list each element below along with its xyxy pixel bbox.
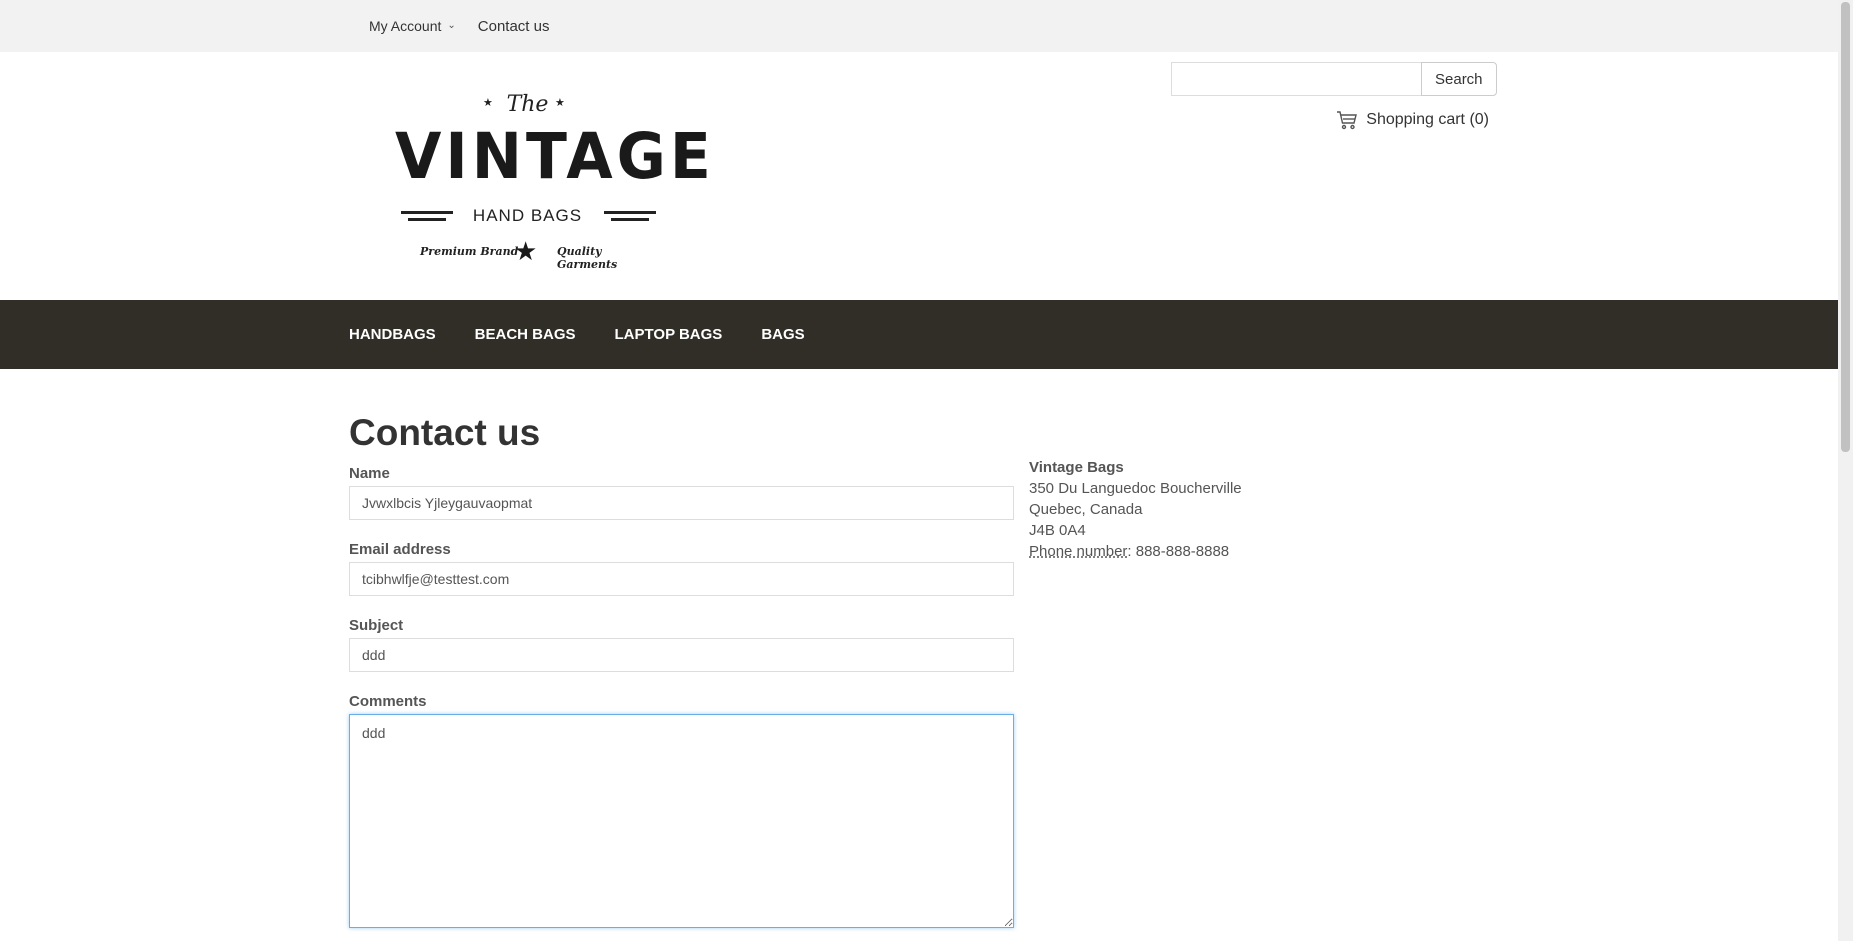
subject-input[interactable] [349,638,1014,672]
phone-label: Phone number [1029,543,1128,560]
comments-textarea[interactable]: ddd [349,714,1014,928]
contact-us-link[interactable]: Contact us [478,18,550,35]
logo-the: The [506,92,549,117]
nav-item-bags[interactable]: BAGS [761,326,804,343]
subject-field-group: Subject [349,617,1014,672]
nav-item-beach-bags[interactable]: BEACH BAGS [475,326,576,343]
star-icon: ★ [514,236,538,266]
chevron-down-icon: ⌄ [447,19,456,31]
my-account-dropdown[interactable]: My Account ⌄ [369,18,456,34]
phone-line: Phone number: 888-888-8888 [1029,541,1242,562]
address-line-2: Quebec, Canada [1029,501,1143,518]
logo-tag-right: Quality Garments [557,245,618,271]
store-address: Vintage Bags 350 Du Languedoc Bouchervil… [1029,457,1242,562]
top-bar-links: My Account ⌄ Contact us [369,0,549,52]
nav-item-laptop-bags[interactable]: LAPTOP BAGS [615,326,723,343]
subject-label: Subject [349,617,404,634]
search-input[interactable] [1171,62,1421,96]
address-line-1: 350 Du Languedoc Boucherville [1029,480,1242,497]
contact-form: Name Email address Subject Comments ddd [349,465,1014,941]
store-name: Vintage Bags [1029,459,1124,476]
logo-vintage: VINTAGE [395,120,715,194]
search-button[interactable]: Search [1421,62,1497,96]
search-form: Search [1171,62,1497,96]
page-title: Contact us [349,412,541,453]
email-input[interactable] [349,562,1014,596]
main-nav: HANDBAGS BEACH BAGS LAPTOP BAGS BAGS [0,300,1838,369]
comments-field-group: Comments ddd [349,693,1014,933]
nav-item-handbags[interactable]: HANDBAGS [349,326,436,343]
cart-label: Shopping cart (0) [1366,111,1489,128]
comments-label: Comments [349,693,427,710]
cart-icon [1336,110,1358,130]
shopping-cart-link[interactable]: Shopping cart (0) [1336,110,1489,130]
phone-value: : 888-888-8888 [1127,543,1230,560]
page-scrollbar[interactable] [1838,0,1853,941]
store-logo[interactable]: ★ The ★ VINTAGE HAND BAGS Premium Brand … [395,88,715,273]
star-icon: ★ [555,97,565,109]
logo-tag-left: Premium Brand [420,245,519,258]
scrollbar-thumb[interactable] [1841,2,1850,452]
email-label: Email address [349,541,451,558]
top-bar: My Account ⌄ Contact us [0,0,1838,52]
name-label: Name [349,465,390,482]
name-input[interactable] [349,486,1014,520]
address-line-3: J4B 0A4 [1029,522,1086,539]
email-field-group: Email address [349,541,1014,596]
name-field-group: Name [349,465,1014,520]
logo-bars-right [604,211,656,225]
my-account-label: My Account [369,18,442,34]
